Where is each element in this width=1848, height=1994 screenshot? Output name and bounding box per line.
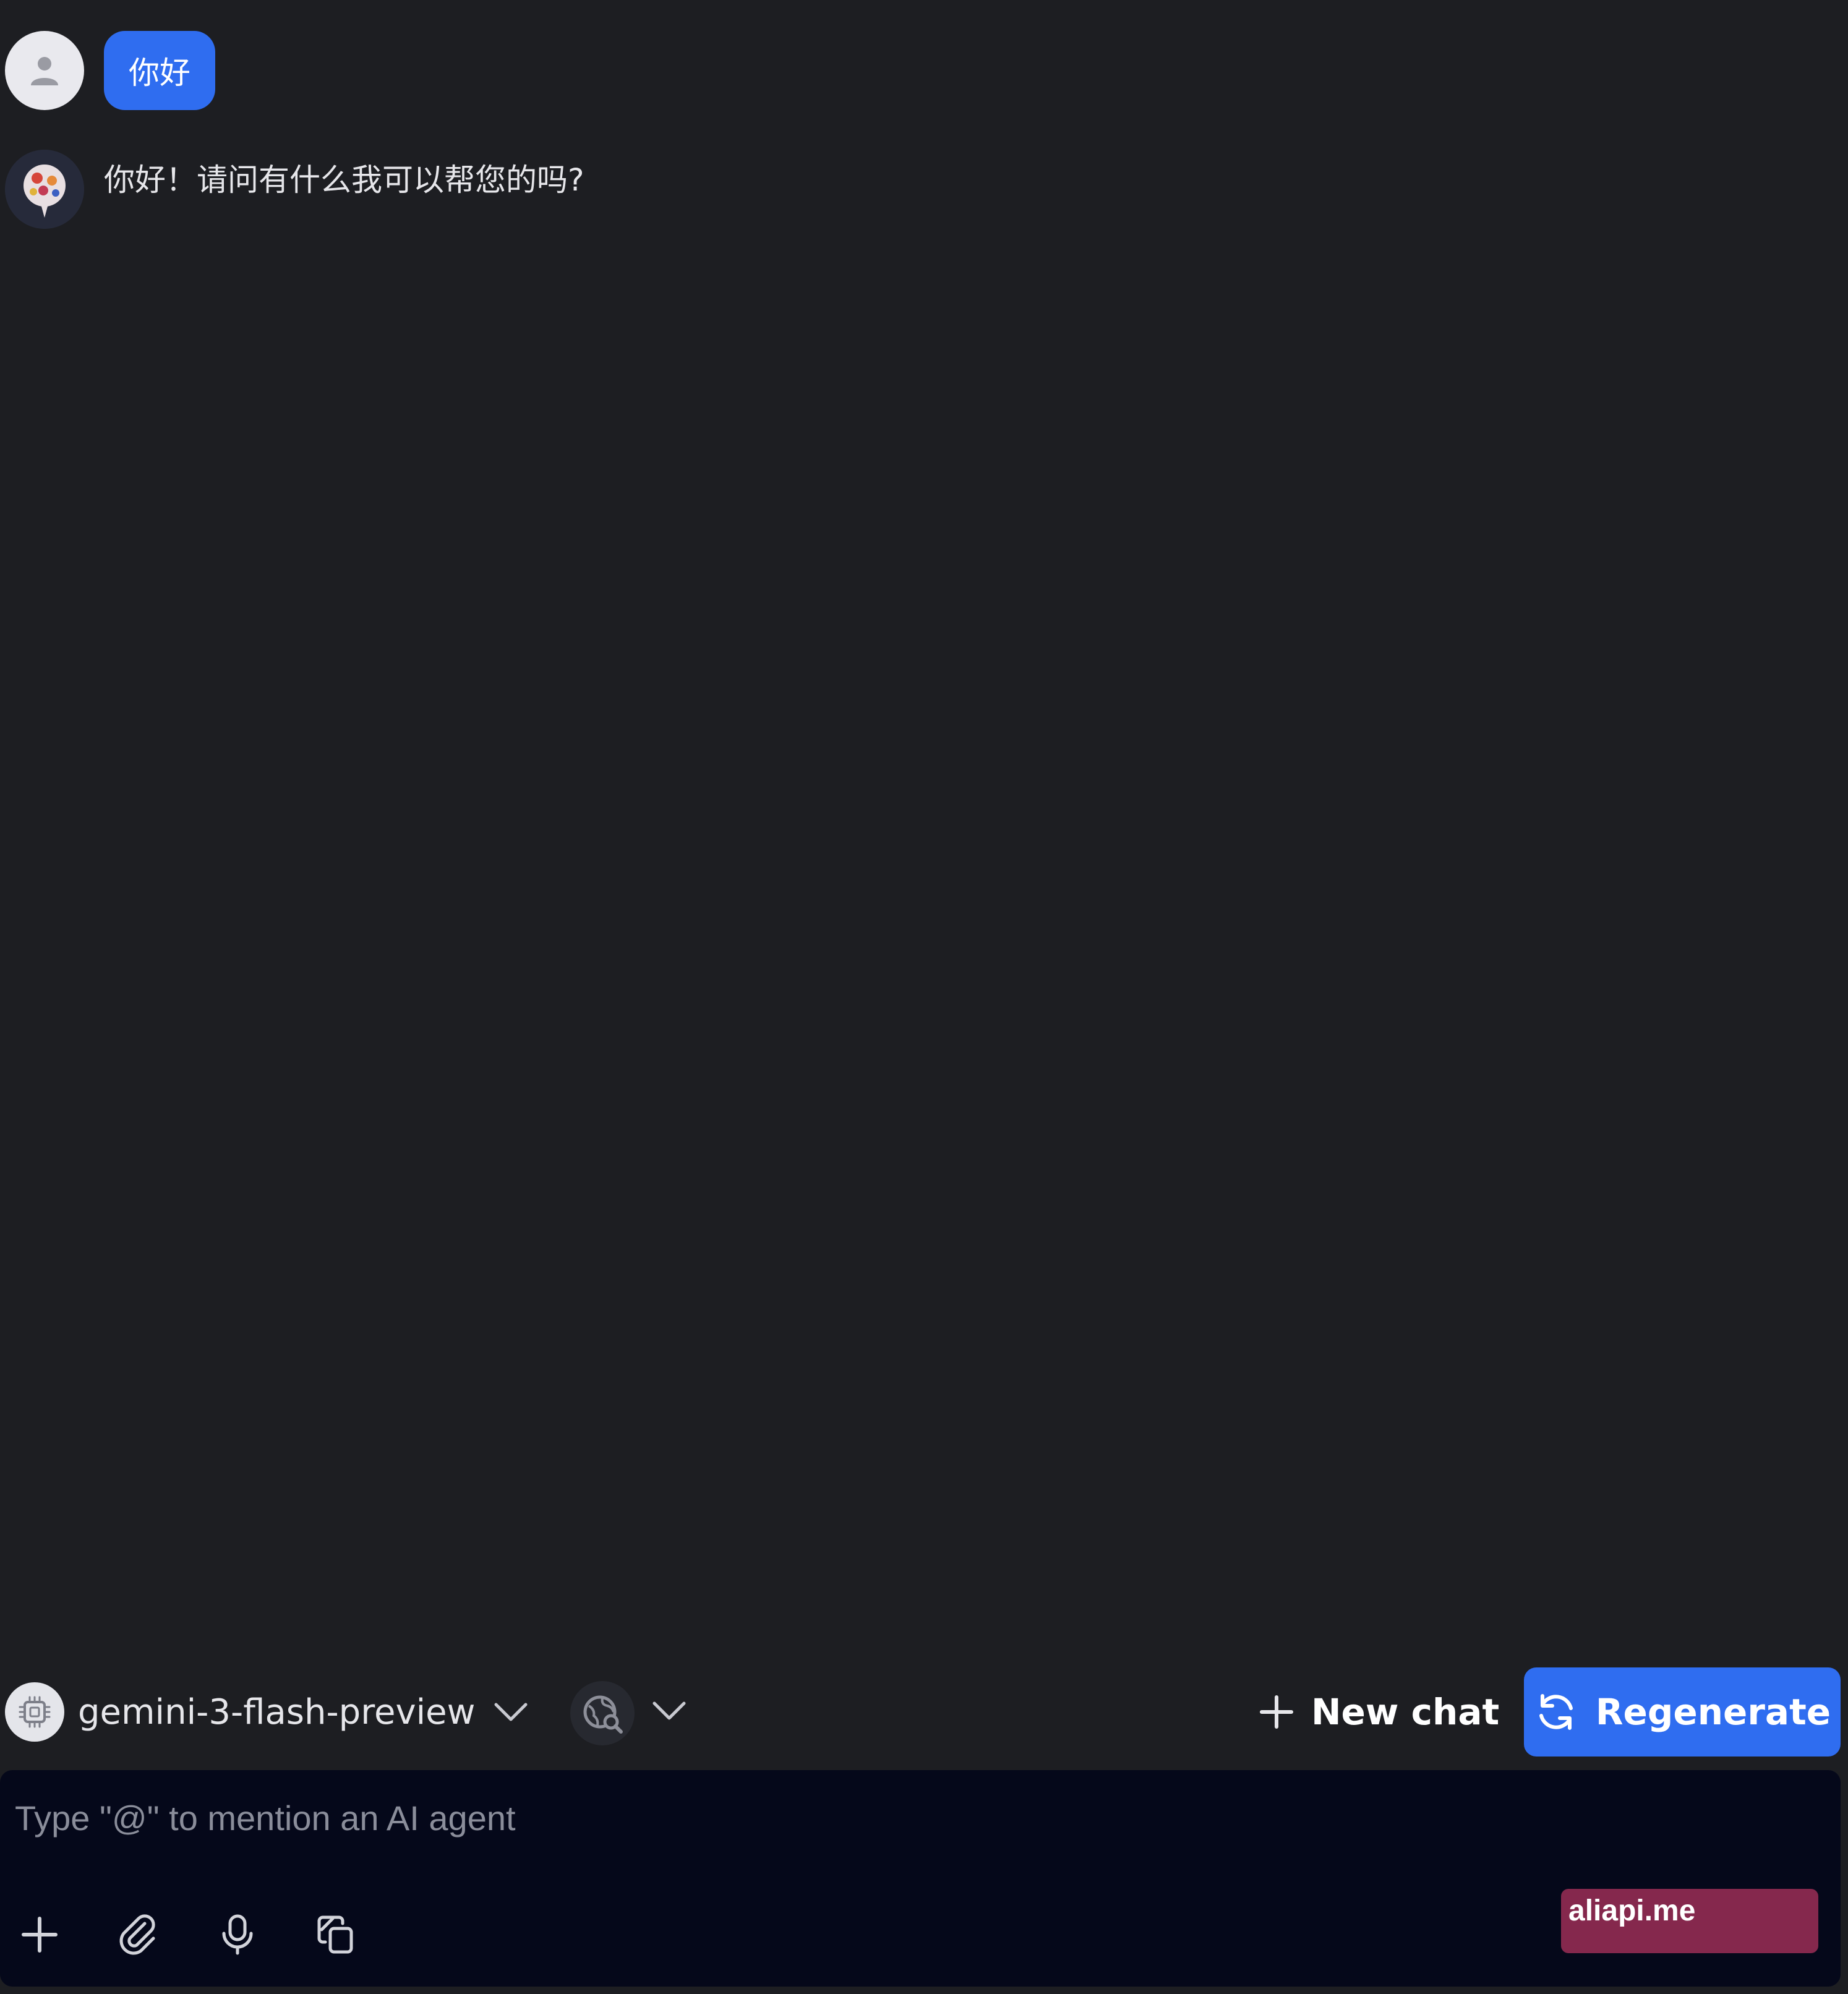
model-selector[interactable]: gemini-3-flash-preview <box>5 1682 529 1742</box>
add-button[interactable] <box>10 1905 69 1964</box>
chip-icon <box>5 1682 64 1742</box>
refresh-icon <box>1539 1694 1573 1730</box>
user-message-bubble: 你好 <box>104 31 215 110</box>
new-chat-label: New chat <box>1311 1691 1500 1733</box>
paperclip-icon <box>119 1914 155 1955</box>
model-name: gemini-3-flash-preview <box>78 1692 476 1732</box>
bot-message-row: 你好！请问有什么我可以帮您的吗? <box>5 150 584 229</box>
message-composer: aliapi.me <box>0 1770 1841 1987</box>
voice-input-button[interactable] <box>208 1905 267 1964</box>
chevron-down-icon <box>492 1700 529 1724</box>
bot-avatar <box>5 150 84 229</box>
watermark-badge: aliapi.me <box>1561 1889 1818 1953</box>
plus-icon <box>22 1917 58 1953</box>
web-search-dropdown-chevron-icon[interactable] <box>651 1700 688 1724</box>
microphone-icon <box>222 1914 253 1955</box>
copy-button[interactable] <box>307 1905 366 1964</box>
attach-button[interactable] <box>109 1905 168 1964</box>
watermark-text: aliapi.me <box>1568 1894 1696 1927</box>
message-input[interactable] <box>14 1792 1500 1843</box>
person-icon <box>31 57 58 85</box>
copy-icon <box>317 1915 353 1954</box>
bot-message-text: 你好！请问有什么我可以帮您的吗? <box>104 162 584 198</box>
globe-search-icon <box>583 1695 623 1734</box>
bot-avatar-icon <box>5 150 84 229</box>
user-avatar <box>5 31 84 110</box>
chat-app: 你好 你好！请问有什么我可以帮您的吗? gemini-3-flash-previ… <box>0 0 1848 1994</box>
plus-icon <box>1260 1695 1293 1729</box>
regenerate-label: Regenerate <box>1595 1691 1831 1733</box>
composer-toolbar: gemini-3-flash-preview New chat Regenera… <box>0 1667 1848 1757</box>
regenerate-button[interactable]: Regenerate <box>1524 1667 1841 1757</box>
user-message-row: 你好 <box>5 31 215 110</box>
web-search-toggle[interactable] <box>570 1681 635 1745</box>
new-chat-button[interactable]: New chat <box>1259 1682 1499 1742</box>
